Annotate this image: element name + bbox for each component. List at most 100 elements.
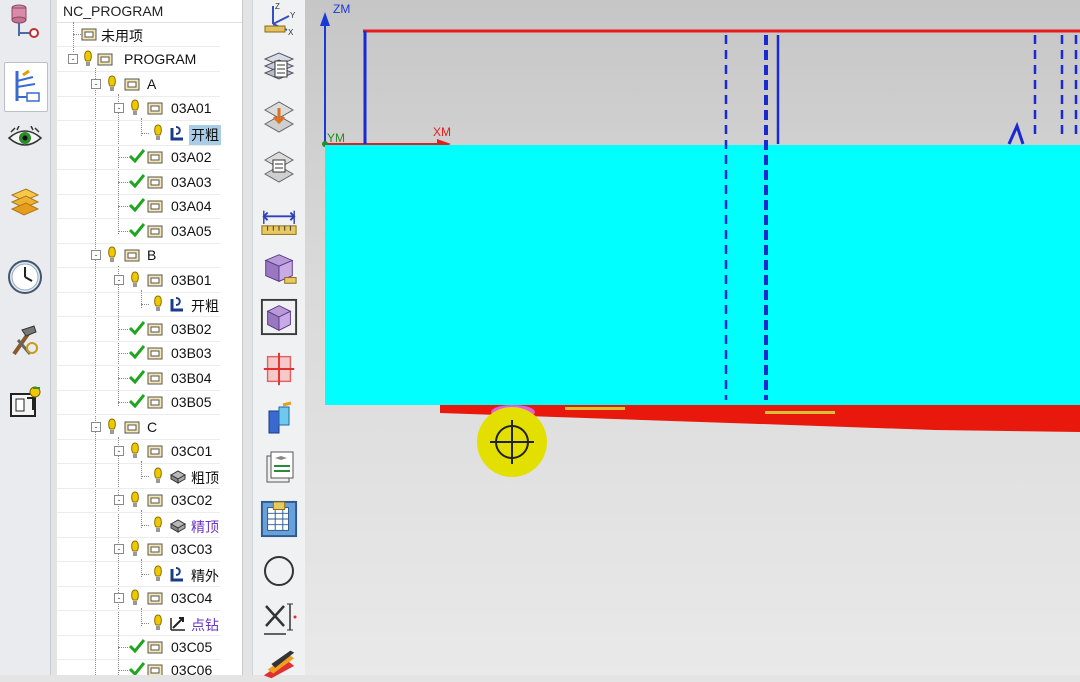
navigator-title: NC_PROGRAM — [63, 3, 164, 19]
program-group-icon — [97, 53, 113, 66]
list-item[interactable]: - 03A01 — [57, 96, 220, 121]
cavity-mill-operation-icon — [170, 567, 183, 582]
output-cls-icon[interactable] — [260, 148, 298, 186]
list-item[interactable]: 03B04 — [57, 366, 220, 391]
collapse-icon[interactable]: - — [114, 275, 124, 285]
list-item[interactable]: 精顶 — [57, 513, 220, 538]
tree-item-label: 03A03 — [171, 174, 212, 190]
eye-icon[interactable] — [4, 116, 46, 160]
bulb-icon — [108, 418, 116, 434]
measure-distance-icon[interactable] — [260, 204, 298, 242]
list-item[interactable]: - PROGRAM — [57, 47, 220, 72]
collapse-icon[interactable]: - — [91, 422, 101, 432]
check-icon — [129, 198, 145, 212]
edge-color-icon[interactable] — [260, 644, 298, 682]
tree-line — [118, 231, 128, 232]
bulb-icon — [108, 75, 116, 91]
circle-icon[interactable] — [260, 552, 298, 590]
program-group-icon — [147, 323, 163, 336]
program-group-icon — [147, 396, 163, 409]
bulb-icon — [131, 491, 139, 507]
list-item[interactable]: 03B03 — [57, 341, 220, 366]
program-group-icon — [124, 421, 140, 434]
bulb-icon — [154, 467, 162, 483]
x-dimension-icon[interactable] — [260, 600, 298, 638]
tree-line — [118, 206, 128, 207]
resource-bar — [0, 0, 51, 675]
program-group-icon — [81, 28, 97, 41]
drill-operation-icon — [170, 617, 185, 631]
check-icon — [129, 662, 145, 675]
list-item[interactable]: 03B02 — [57, 317, 220, 342]
list-item[interactable]: 未用项 — [57, 22, 220, 47]
list-item[interactable]: 03A02 — [57, 145, 220, 170]
tools-icon[interactable] — [4, 317, 46, 361]
clock-icon[interactable] — [4, 255, 46, 299]
tree-line — [141, 304, 149, 305]
list-item[interactable]: - 03C04 — [57, 586, 220, 611]
wcs-orient-icon[interactable]: Z Y X — [260, 0, 298, 38]
tree-line — [118, 670, 128, 671]
tree-item-label: 03B04 — [171, 370, 212, 386]
list-item[interactable]: - 03C03 — [57, 537, 220, 562]
point-cross-icon[interactable] — [260, 350, 298, 388]
check-icon — [129, 639, 145, 653]
assembly-navigator-icon[interactable] — [4, 0, 46, 44]
check-icon — [129, 174, 145, 188]
program-group-icon — [147, 494, 163, 507]
postprocess-icon[interactable] — [260, 98, 298, 136]
tree-line — [118, 353, 128, 354]
graphics-viewport[interactable]: ZM XM YM — [305, 0, 1080, 675]
fixture-detail — [765, 411, 835, 414]
layers-icon[interactable] — [4, 180, 46, 224]
tool-path-icon[interactable] — [260, 400, 298, 438]
check-icon — [129, 345, 145, 359]
blank-boundary-icon[interactable] — [260, 298, 298, 336]
shop-documentation-icon[interactable] — [260, 48, 298, 86]
tree-line — [118, 378, 128, 379]
tree-line — [118, 647, 128, 648]
list-item[interactable]: 03C05 — [57, 635, 220, 660]
list-item[interactable]: 03C06 — [57, 658, 220, 675]
tree-item-label: 03A01 — [171, 100, 212, 116]
collapse-icon[interactable]: - — [114, 593, 124, 603]
list-item[interactable]: 03B05 — [57, 390, 220, 415]
list-item[interactable]: 03A03 — [57, 170, 220, 195]
blank-display-icon[interactable] — [260, 500, 298, 538]
list-item[interactable]: 03A04 — [57, 194, 220, 219]
collapse-icon[interactable]: - — [91, 79, 101, 89]
operation-list-icon[interactable] — [260, 448, 298, 486]
program-group-icon — [147, 200, 163, 213]
bulb-icon — [131, 589, 139, 605]
tree-item-label: B — [147, 247, 157, 263]
collapse-icon[interactable]: - — [68, 54, 78, 64]
program-group-icon — [147, 225, 163, 238]
list-item[interactable]: 点钻 — [57, 611, 220, 636]
operation-navigator-icon[interactable] — [4, 62, 48, 112]
workpiece-icon[interactable] — [260, 250, 298, 288]
list-item[interactable]: 03A05 — [57, 219, 220, 244]
tree-line — [73, 34, 81, 35]
collapse-icon[interactable]: - — [91, 250, 101, 260]
machine-tool-icon[interactable] — [4, 380, 46, 424]
list-item[interactable]: 开粗 — [57, 292, 220, 317]
list-item[interactable]: - 03C02 — [57, 488, 220, 513]
list-item[interactable]: 精外 — [57, 562, 220, 587]
program-group-icon — [124, 78, 140, 91]
list-item[interactable]: 粗顶 — [57, 464, 220, 489]
tree-line — [141, 525, 149, 526]
list-item[interactable]: - C — [57, 415, 220, 440]
list-item[interactable]: - 03B01 — [57, 268, 220, 293]
list-item[interactable]: - B — [57, 243, 220, 268]
collapse-icon[interactable]: - — [114, 544, 124, 554]
check-icon — [129, 394, 145, 408]
model-view[interactable] — [305, 0, 1080, 675]
list-item[interactable]: - 03C01 — [57, 439, 220, 464]
collapse-icon[interactable]: - — [114, 103, 124, 113]
tree-item-label: 03C06 — [171, 662, 213, 675]
list-item[interactable]: - A — [57, 72, 220, 97]
zm-axis-arrow-icon — [320, 12, 330, 26]
collapse-icon[interactable]: - — [114, 495, 124, 505]
list-item[interactable]: 开粗 — [57, 121, 221, 146]
collapse-icon[interactable]: - — [114, 446, 124, 456]
